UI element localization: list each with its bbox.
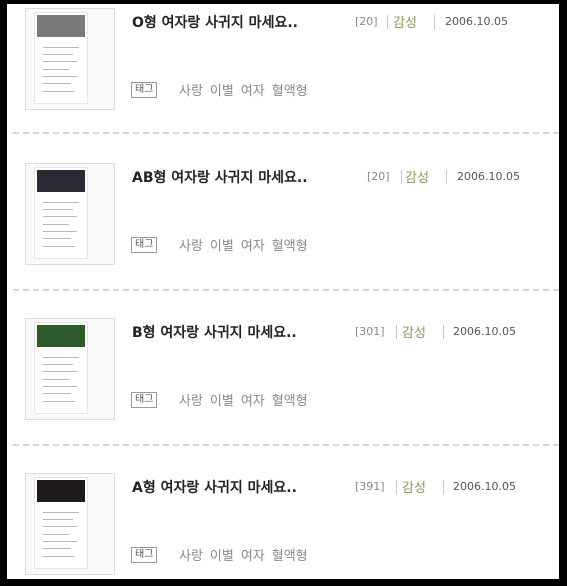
document-preview-image: [34, 167, 88, 259]
tag-link[interactable]: 혈액형: [272, 394, 308, 409]
list-item: AB형 여자랑 사귀지 마세요.. [20] 감성 2006.10.05 태그 …: [7, 159, 559, 314]
tag-link[interactable]: 이별: [210, 394, 234, 409]
tag-link[interactable]: 여자: [241, 239, 265, 254]
tag-list: 사랑 이별 여자 혈액형: [179, 80, 315, 99]
tag-badge: 태그: [131, 392, 158, 408]
post-category[interactable]: 감성: [402, 477, 426, 496]
divider: [13, 444, 559, 446]
list-item: B형 여자랑 사귀지 마세요.. [301] 감성 2006.10.05 태그 …: [7, 314, 559, 469]
separator: [446, 170, 447, 184]
post-title[interactable]: B형 여자랑 사귀지 마세요..: [132, 322, 297, 342]
comment-count: [301]: [355, 325, 385, 338]
post-thumbnail[interactable]: [25, 473, 115, 575]
post-title[interactable]: A형 여자랑 사귀지 마세요..: [132, 477, 297, 497]
tag-link[interactable]: 여자: [241, 549, 265, 564]
tag-link[interactable]: 혈액형: [272, 239, 308, 254]
tag-link[interactable]: 이별: [210, 549, 234, 564]
tag-link[interactable]: 여자: [241, 394, 265, 409]
post-thumbnail[interactable]: [25, 163, 115, 265]
post-date: 2006.10.05: [453, 325, 516, 338]
tag-badge: 태그: [131, 237, 158, 253]
photo-image: [37, 480, 85, 502]
document-preview-image: [34, 477, 88, 569]
divider: [13, 289, 559, 291]
tag-link[interactable]: 사랑: [179, 394, 203, 409]
tag-link[interactable]: 이별: [210, 84, 234, 99]
tag-list: 사랑 이별 여자 혈액형: [179, 545, 315, 564]
separator: [434, 15, 435, 29]
photo-image: [37, 170, 85, 192]
document-preview-image: [34, 12, 88, 104]
tag-link[interactable]: 사랑: [179, 239, 203, 254]
separator: [443, 325, 444, 339]
tag-badge: 태그: [131, 547, 158, 563]
post-date: 2006.10.05: [453, 480, 516, 493]
photo-image: [37, 325, 85, 347]
tag-link[interactable]: 혈액형: [272, 549, 308, 564]
post-title[interactable]: O형 여자랑 사귀지 마세요..: [132, 12, 298, 32]
tag-list: 사랑 이별 여자 혈액형: [179, 235, 315, 254]
tag-link[interactable]: 사랑: [179, 84, 203, 99]
tag-list: 사랑 이별 여자 혈액형: [179, 390, 315, 409]
separator: [396, 325, 397, 339]
list-item: O형 여자랑 사귀지 마세요.. [20] 감성 2006.10.05 태그 사…: [7, 4, 559, 159]
document-preview-image: [34, 322, 88, 414]
divider: [13, 132, 559, 134]
post-list: O형 여자랑 사귀지 마세요.. [20] 감성 2006.10.05 태그 사…: [7, 4, 559, 579]
post-thumbnail[interactable]: [25, 8, 115, 110]
list-item: A형 여자랑 사귀지 마세요.. [391] 감성 2006.10.05 태그 …: [7, 469, 559, 579]
post-thumbnail[interactable]: [25, 318, 115, 420]
comment-count: [391]: [355, 480, 385, 493]
post-date: 2006.10.05: [445, 15, 508, 28]
tag-link[interactable]: 이별: [210, 239, 234, 254]
post-category[interactable]: 감성: [405, 167, 429, 186]
tag-link[interactable]: 여자: [241, 84, 265, 99]
post-category[interactable]: 감성: [402, 322, 426, 341]
separator: [396, 480, 397, 494]
post-category[interactable]: 감성: [393, 12, 417, 31]
tag-badge: 태그: [131, 82, 158, 98]
separator: [443, 480, 444, 494]
comment-count: [20]: [355, 15, 378, 28]
post-title[interactable]: AB형 여자랑 사귀지 마세요..: [132, 167, 308, 187]
separator: [387, 15, 388, 29]
post-date: 2006.10.05: [457, 170, 520, 183]
photo-image: [37, 15, 85, 37]
tag-link[interactable]: 사랑: [179, 549, 203, 564]
comment-count: [20]: [367, 170, 390, 183]
separator: [401, 170, 402, 184]
tag-link[interactable]: 혈액형: [272, 84, 308, 99]
